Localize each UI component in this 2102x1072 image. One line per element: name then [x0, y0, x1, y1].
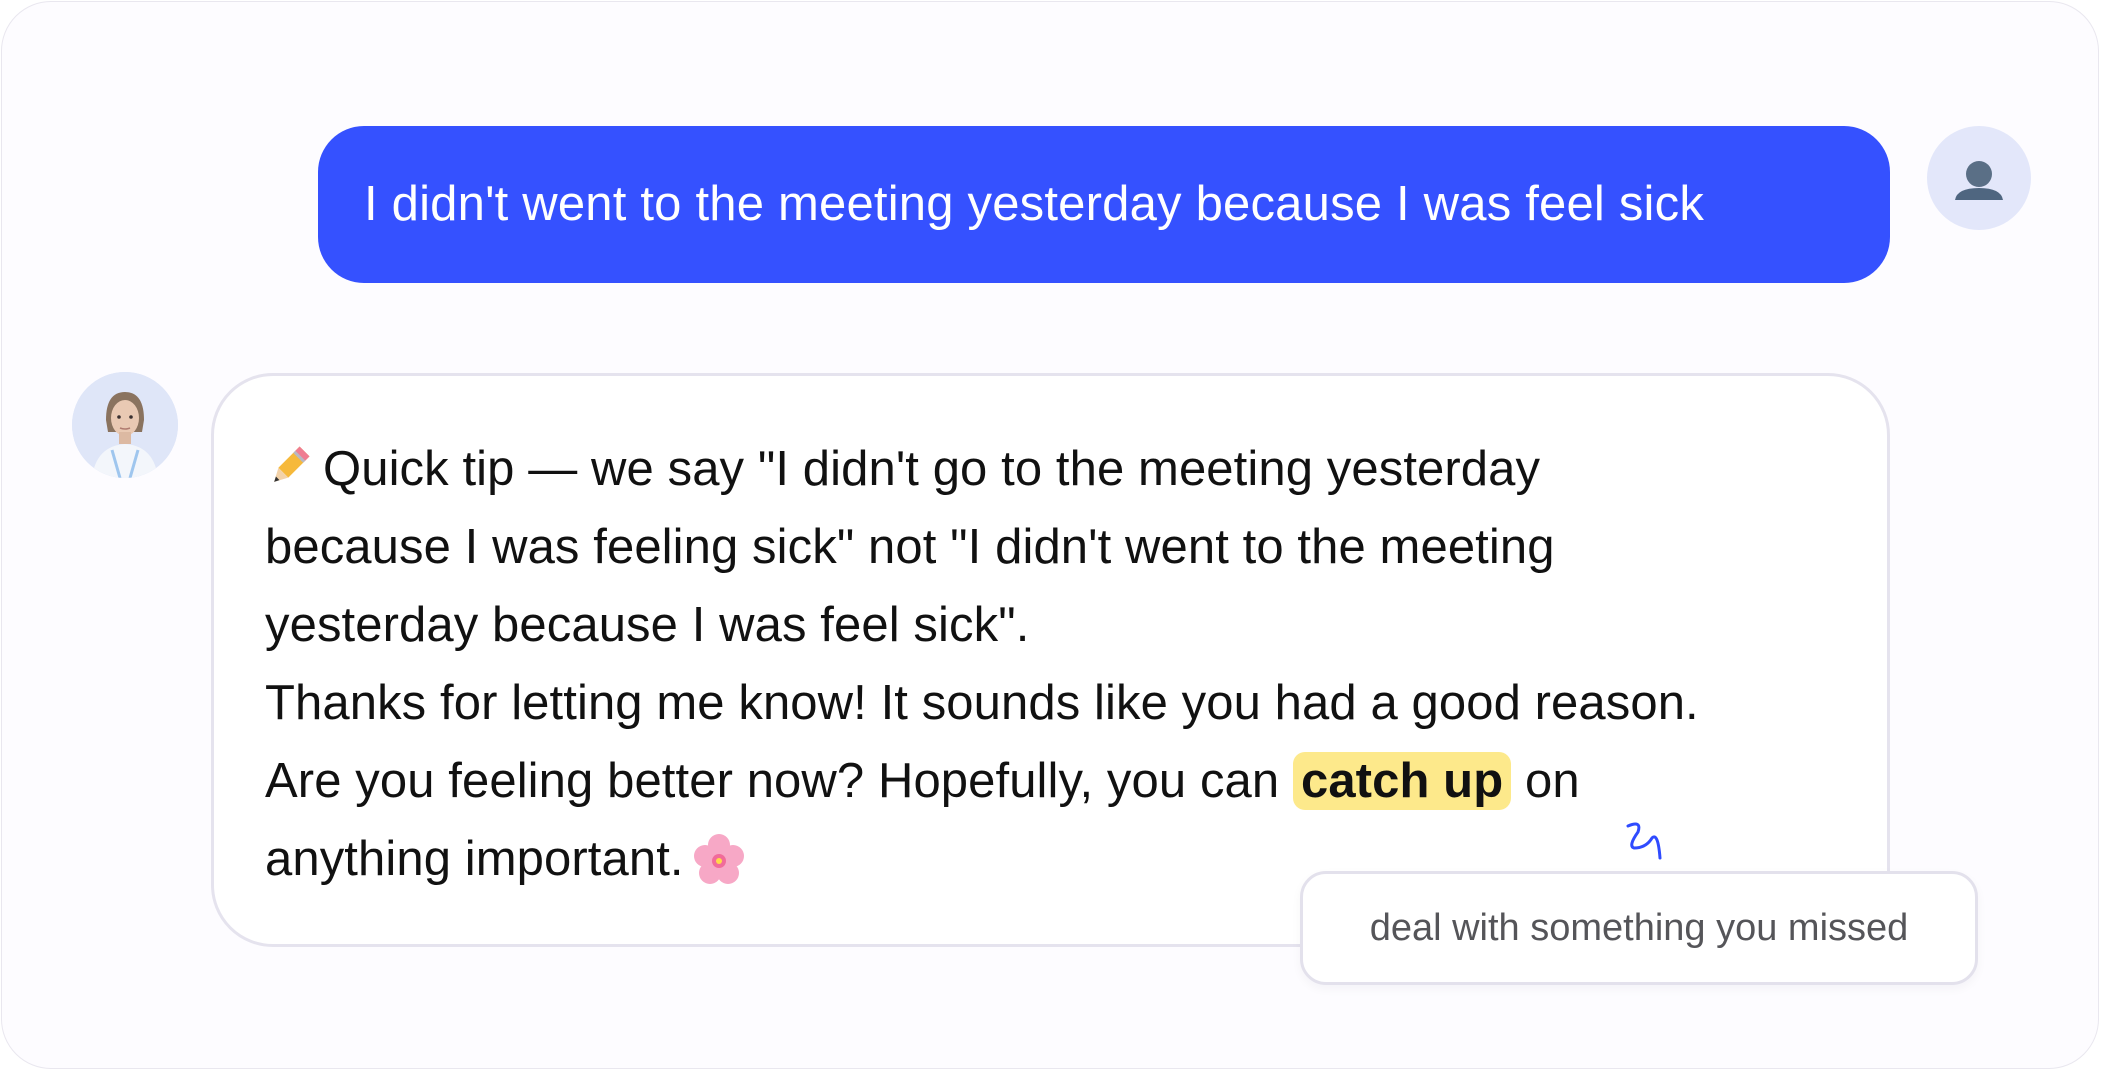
definition-tooltip: deal with something you missed: [1300, 871, 1978, 985]
squiggle-arrow-icon: [1626, 822, 1662, 860]
bot-avatar[interactable]: [72, 372, 178, 478]
highlighted-phrase[interactable]: catch up: [1292, 752, 1512, 810]
bot-message-line: Quick tip — we say "I didn't go to the m…: [265, 430, 1865, 508]
bot-message-line: yesterday because I was feel sick".: [265, 598, 1030, 652]
user-silhouette-icon: [1955, 161, 2003, 200]
user-message-bubble: I didn't went to the meeting yesterday b…: [318, 126, 1890, 283]
user-message-text: I didn't went to the meeting yesterday b…: [364, 177, 1705, 231]
bot-message-line: Are you feeling better now? Hopefully, y…: [265, 752, 1580, 810]
cherry-blossom-emoji-icon: [692, 832, 746, 910]
tooltip-text: deal with something you missed: [1369, 906, 1909, 949]
bot-message-line: because I was feeling sick" not "I didn'…: [265, 520, 1555, 574]
bot-portrait-avatar: [72, 372, 178, 478]
chat-frame: I didn't went to the meeting yesterday b…: [1, 1, 2099, 1069]
pencil-emoji-icon: [265, 436, 313, 514]
user-avatar[interactable]: [1927, 126, 2031, 230]
bot-message-line: Thanks for letting me know! It sounds li…: [265, 676, 1699, 730]
